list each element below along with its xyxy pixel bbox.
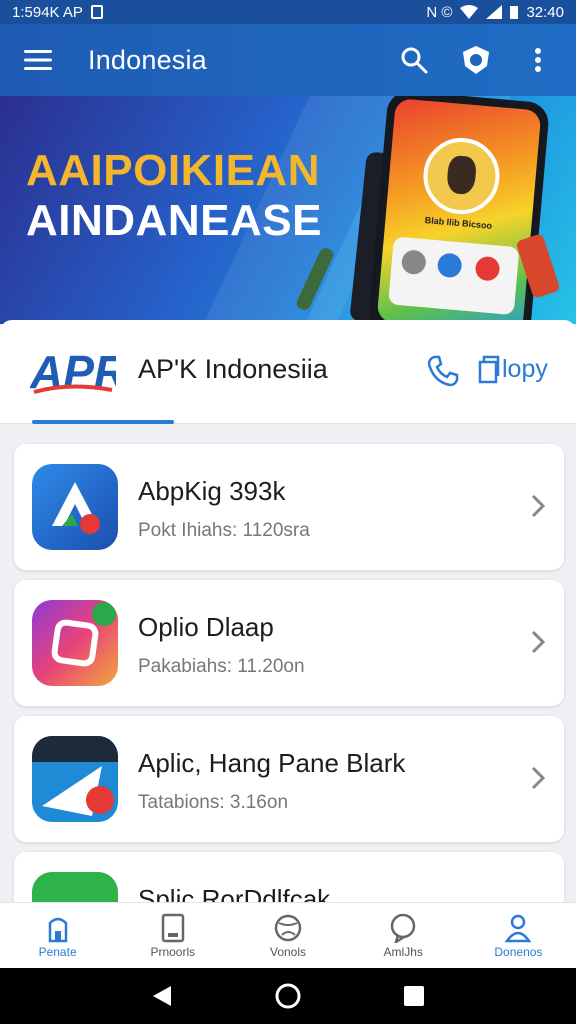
bottom-nav: Penate Prnoorls Vonols AmlJhs Donenos [0,902,576,968]
app-subtitle: Pakabiahs: 11.20on [138,656,305,677]
system-nav-bar [0,968,576,1024]
shield-icon [463,46,489,74]
home-circle-icon[interactable] [274,982,302,1010]
nav-label: Prnoorls [150,944,196,959]
phone-caption: Blab llib Bicsoo [424,215,493,231]
status-time: 32:40 [526,3,564,21]
battery-icon [510,6,519,19]
app-title: Indonesia [88,44,207,75]
copy-icon [478,355,500,384]
app-logo-icon [32,600,118,686]
call-button[interactable] [426,354,460,388]
app-icon [32,464,118,550]
apk-logo: APR [29,342,127,398]
app-icon [32,736,118,822]
list-item[interactable]: Oplio Dlaap Pakabiahs: 11.20on [14,580,564,706]
avatar-illustration [420,134,503,218]
back-icon[interactable] [151,984,173,1008]
app-icon [32,600,118,686]
nav-label: AmlJhs [383,944,423,959]
menu-button[interactable] [16,38,60,82]
list-item[interactable]: AbpKig 393k Pokt Ihiahs: 1120sra [14,444,564,570]
chevron-right-icon [531,494,546,518]
chevron-right-icon [531,630,546,654]
nav-label: Penate [38,944,77,959]
avatar-face [445,154,478,196]
status-left-text: 1:594K AP [12,3,83,21]
status-right: N © 32:40 [426,4,564,21]
app-subtitle: Tatabions: 3.16on [138,792,289,813]
shield-button[interactable] [454,38,498,82]
status-bar: 1:594K AP N © 32:40 [0,0,576,24]
person-icon [505,914,532,942]
play-icon [474,255,501,282]
phone-icon [427,355,459,387]
list-item[interactable]: Aplic, Hang Pane Blark Tatabions: 3.16on [14,716,564,842]
copy-button[interactable]: lopy [478,354,548,384]
active-tab-indicator [32,420,174,424]
copy-label: lopy [502,354,548,383]
banner-headline-1: AAIPOIKIEAN [26,146,320,195]
nav-item-profile[interactable]: Donenos [461,903,576,968]
phone-illustration: Blab llib Bicsoo [367,96,551,324]
status-right-text: N © [426,3,453,21]
app-subtitle: Pokt Ihiahs: 1120sra [138,520,310,541]
nav-item-home[interactable]: Penate [0,903,115,968]
search-button[interactable] [392,38,436,82]
app-title: Oplio Dlaap [138,612,274,642]
signal-icon [486,5,503,19]
app-logo-icon [32,736,118,822]
recents-icon[interactable] [403,985,425,1007]
phone-app-dot [436,252,463,279]
nav-item-products[interactable]: Prnoorls [115,903,230,968]
promo-banner[interactable]: AAIPOIKIEAN AINDANEASE Blab llib Bicsoo [0,96,576,324]
banner-headline-2: AINDANEASE [26,196,322,245]
menu-icon [24,50,52,70]
app-title: AbpKig 393k [138,476,286,506]
home-icon [48,917,67,942]
wifi-icon [460,5,479,19]
more-options-button[interactable] [516,38,560,82]
phone-screen: Blab llib Bicsoo [376,98,542,324]
app-bar: Indonesia [0,24,576,96]
more-vert-icon [535,48,541,72]
nav-label: Donenos [494,944,543,959]
tablet-icon [161,913,185,942]
status-left: 1:594K AP [12,4,103,21]
chat-icon [390,913,416,943]
nav-item-chat[interactable]: AmlJhs [346,903,461,968]
nav-label: Vonols [269,944,307,959]
search-icon [401,47,428,74]
site-name: AP'K Indonesiia [138,354,328,384]
site-header-card: APR AP'K Indonesiia lopy [0,320,576,424]
chevron-right-icon [531,766,546,790]
globe-icon [274,914,302,941]
phone-app-dot [400,249,427,276]
notification-icon [90,5,103,19]
logo-icon: APR [29,346,127,398]
nav-item-videos[interactable]: Vonols [230,903,345,968]
app-title: Aplic, Hang Pane Blark [138,748,406,778]
phone-app-panel [388,236,520,316]
app-logo-icon [32,464,118,550]
